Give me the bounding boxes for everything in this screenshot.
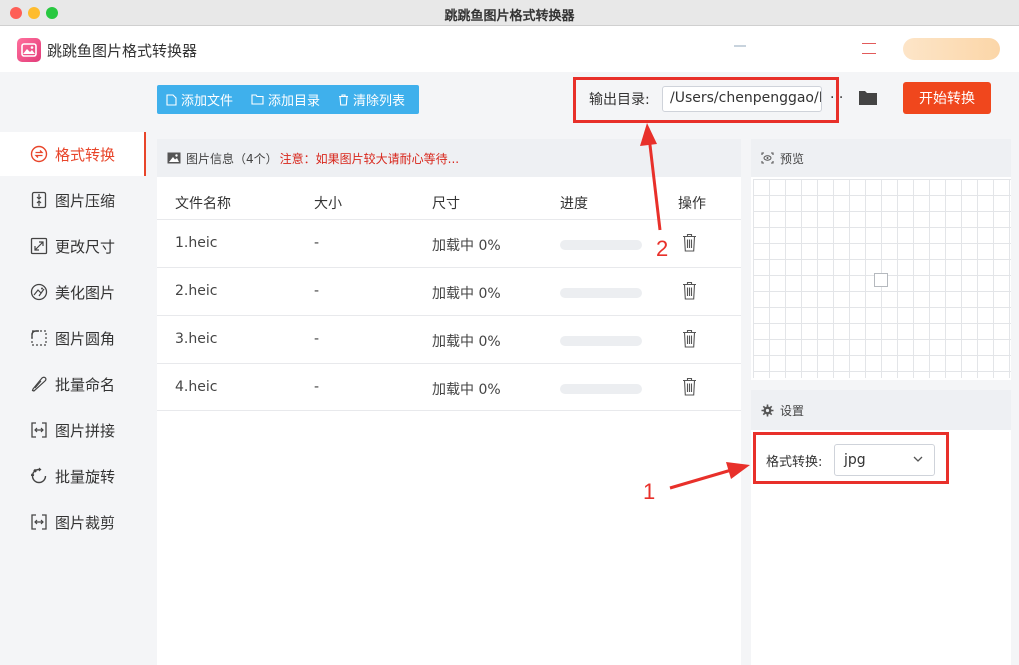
annotation-arrows [640,123,750,490]
annotation-number-2: 2 [656,236,669,261]
annotation-number-1: 1 [643,479,656,504]
